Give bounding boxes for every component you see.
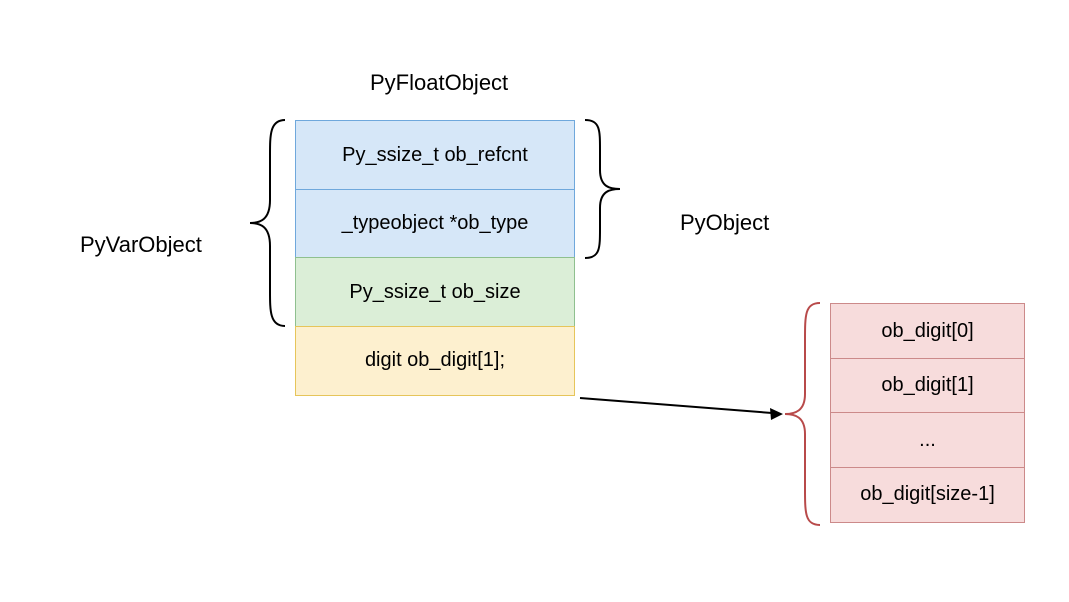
digit-cell: ob_digit[size-1] [830, 467, 1025, 523]
struct-cell: Py_ssize_t ob_refcnt [295, 120, 575, 190]
digit-cell: ob_digit[1] [830, 358, 1025, 414]
left-group-label: PyVarObject [80, 232, 202, 258]
digit-brace-icon [785, 303, 820, 525]
struct-cell: _typeobject *ob_type [295, 189, 575, 259]
title-label: PyFloatObject [370, 70, 508, 96]
struct-cell: Py_ssize_t ob_size [295, 257, 575, 327]
right-group-label: PyObject [680, 210, 769, 236]
left-brace-icon [250, 120, 285, 326]
struct-stack: Py_ssize_t ob_refcnt _typeobject *ob_typ… [295, 120, 575, 396]
digit-cell: ob_digit[0] [830, 303, 1025, 359]
digit-cell: ... [830, 412, 1025, 468]
right-brace-icon [585, 120, 620, 258]
struct-cell: digit ob_digit[1]; [295, 326, 575, 396]
arrow-icon [580, 398, 783, 420]
digit-array-stack: ob_digit[0] ob_digit[1] ... ob_digit[siz… [830, 303, 1025, 523]
